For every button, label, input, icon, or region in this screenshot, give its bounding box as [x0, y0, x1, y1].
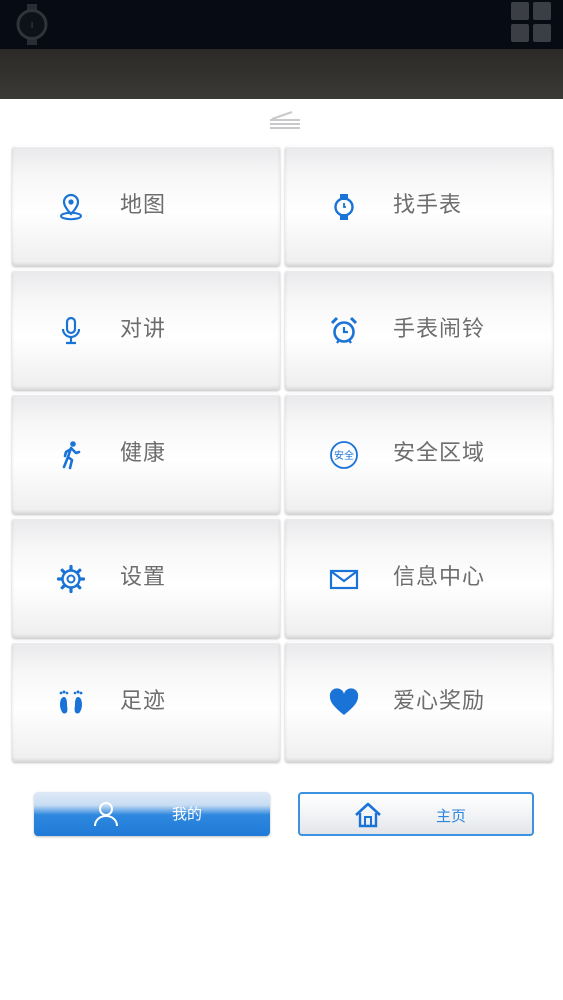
- tile-love-reward[interactable]: 爱心奖励: [285, 642, 553, 762]
- heart-icon: [329, 688, 359, 718]
- grid-menu-icon[interactable]: [511, 2, 551, 42]
- home-icon: [354, 801, 382, 829]
- tile-label: 安全区域: [393, 441, 486, 466]
- safety-badge-icon: 安全: [329, 440, 359, 470]
- map-pin-icon: [56, 192, 86, 222]
- tile-label: 设置: [120, 565, 167, 590]
- tile-health[interactable]: 健康: [12, 394, 280, 514]
- envelope-icon: [329, 564, 359, 594]
- tile-footprints[interactable]: 足迹: [12, 642, 280, 762]
- home-button[interactable]: 主页: [298, 792, 534, 836]
- tile-label: 足迹: [120, 689, 167, 714]
- tile-find-watch[interactable]: 找手表: [285, 146, 553, 266]
- svg-text:I: I: [31, 21, 33, 30]
- tile-message-center[interactable]: 信息中心: [285, 518, 553, 638]
- user-icon: [92, 800, 120, 828]
- tile-intercom[interactable]: 对讲: [12, 270, 280, 390]
- tile-map[interactable]: 地图: [12, 146, 280, 266]
- tile-label: 健康: [120, 441, 167, 466]
- pull-handle-icon[interactable]: [268, 107, 302, 131]
- footprints-icon: [56, 688, 86, 718]
- mine-button[interactable]: 我的: [34, 792, 270, 836]
- sub-header-bar: [0, 49, 563, 99]
- tile-label: 对讲: [120, 317, 167, 342]
- tile-label: 爱心奖励: [393, 689, 486, 714]
- tile-watch-alarm[interactable]: 手表闹铃: [285, 270, 553, 390]
- home-label: 主页: [436, 807, 467, 825]
- watch-logo-icon: I: [14, 4, 50, 45]
- tile-label: 手表闹铃: [393, 317, 486, 342]
- watch-icon: [329, 192, 359, 222]
- alarm-clock-icon: [329, 316, 359, 346]
- feature-grid: 地图 找手表 对讲 手表闹铃 健康 安全 安全区域 设置 信息中心 足迹 爱心奖…: [12, 146, 555, 766]
- tile-label: 找手表: [393, 193, 463, 218]
- tile-label: 信息中心: [393, 565, 486, 590]
- top-bar: I: [0, 0, 563, 49]
- gear-icon: [56, 564, 86, 594]
- running-person-icon: [56, 440, 86, 470]
- safety-badge-text: 安全: [334, 449, 354, 462]
- mine-label: 我的: [172, 805, 203, 823]
- tile-label: 地图: [120, 193, 167, 218]
- tile-settings[interactable]: 设置: [12, 518, 280, 638]
- tile-safe-zone[interactable]: 安全 安全区域: [285, 394, 553, 514]
- microphone-icon: [56, 316, 86, 346]
